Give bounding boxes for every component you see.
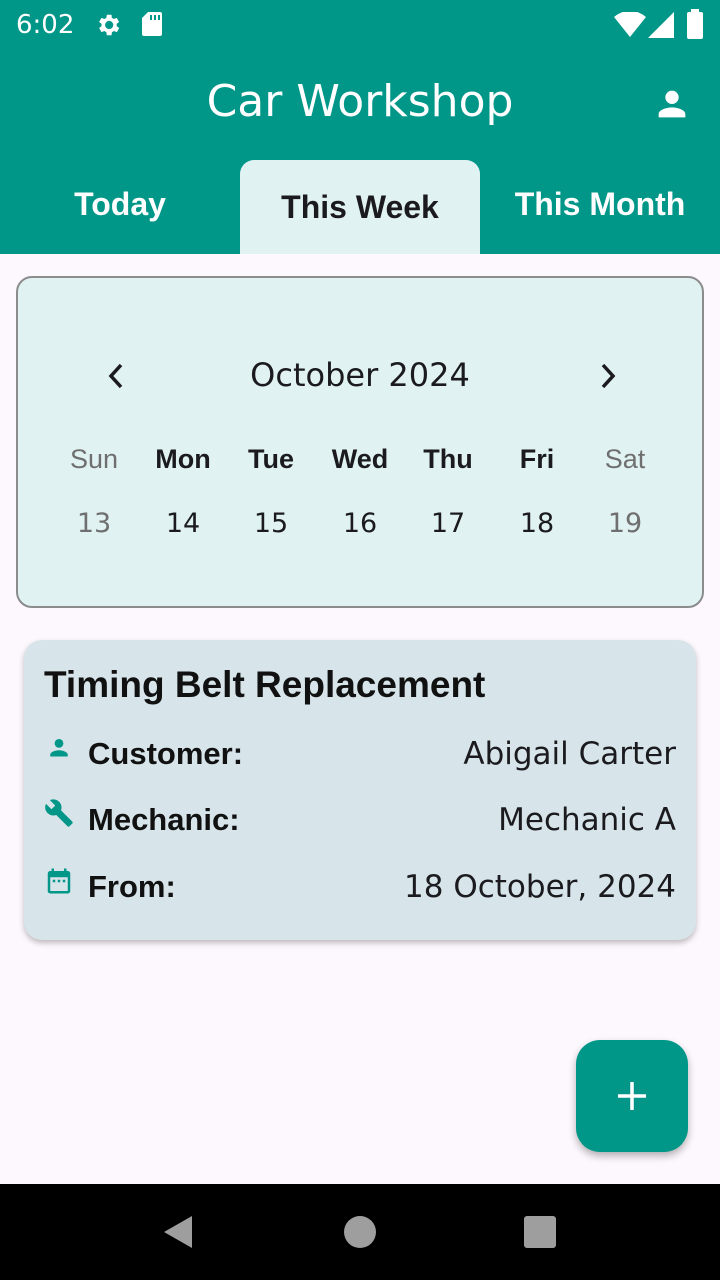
day-cell[interactable]: 18 [493, 508, 581, 539]
home-icon[interactable] [344, 1216, 376, 1248]
day-cell[interactable]: 16 [316, 508, 404, 539]
tab-bar: Today This Week This Month [0, 154, 720, 254]
customer-label: Customer: [88, 736, 244, 771]
from-label: From: [88, 869, 176, 904]
person-icon [50, 739, 68, 757]
status-bar: 6:02 [0, 0, 720, 52]
tab-today[interactable]: Today [0, 154, 240, 254]
day-cell[interactable]: 14 [139, 508, 227, 539]
status-time: 6:02 [16, 10, 75, 40]
calendar-icon [47, 868, 71, 894]
job-card[interactable]: Timing Belt Replacement Customer: Abigai… [24, 640, 696, 940]
weekday-sat: Sat [604, 444, 646, 474]
signal-icon [648, 12, 674, 38]
plus-icon [618, 1082, 646, 1110]
job-title: Timing Belt Replacement [44, 664, 486, 705]
day-cell[interactable]: 19 [581, 508, 669, 539]
mechanic-label: Mechanic: [88, 802, 240, 837]
tab-this-month[interactable]: This Month [480, 154, 720, 254]
system-nav-bar [0, 1184, 720, 1280]
wrench-icon [45, 799, 73, 827]
weekday-mon: Mon [155, 444, 211, 474]
tab-this-week[interactable]: This Week [240, 160, 480, 254]
day-cell[interactable]: 17 [404, 508, 492, 539]
chevron-right-icon [601, 363, 616, 389]
weekday-fri: Fri [519, 444, 555, 474]
weekday-thu: Thu [423, 444, 473, 474]
customer-value: Abigail Carter [463, 736, 676, 772]
next-month-button[interactable] [590, 356, 626, 396]
person-icon [658, 90, 686, 118]
weekday-tue: Tue [248, 444, 294, 474]
wifi-icon [614, 12, 646, 37]
weekday-sun: Sun [69, 444, 119, 474]
recents-icon[interactable] [524, 1216, 556, 1248]
day-cell[interactable]: 15 [227, 508, 315, 539]
weekday-wed: Wed [331, 444, 389, 474]
battery-icon [687, 9, 703, 39]
sd-card-icon [142, 12, 162, 36]
profile-button[interactable] [644, 76, 700, 132]
from-value: 18 October, 2024 [404, 869, 676, 905]
gear-icon [99, 14, 120, 36]
app-bar: Car Workshop [0, 52, 720, 154]
app-title: Car Workshop [206, 76, 514, 127]
back-icon[interactable] [162, 1214, 194, 1250]
add-job-button[interactable] [576, 1040, 688, 1152]
mechanic-value: Mechanic A [498, 802, 676, 838]
week-calendar: October 2024 Sun Mon Tue Wed Thu Fri Sat… [16, 276, 704, 608]
day-cell[interactable]: 13 [50, 508, 138, 539]
